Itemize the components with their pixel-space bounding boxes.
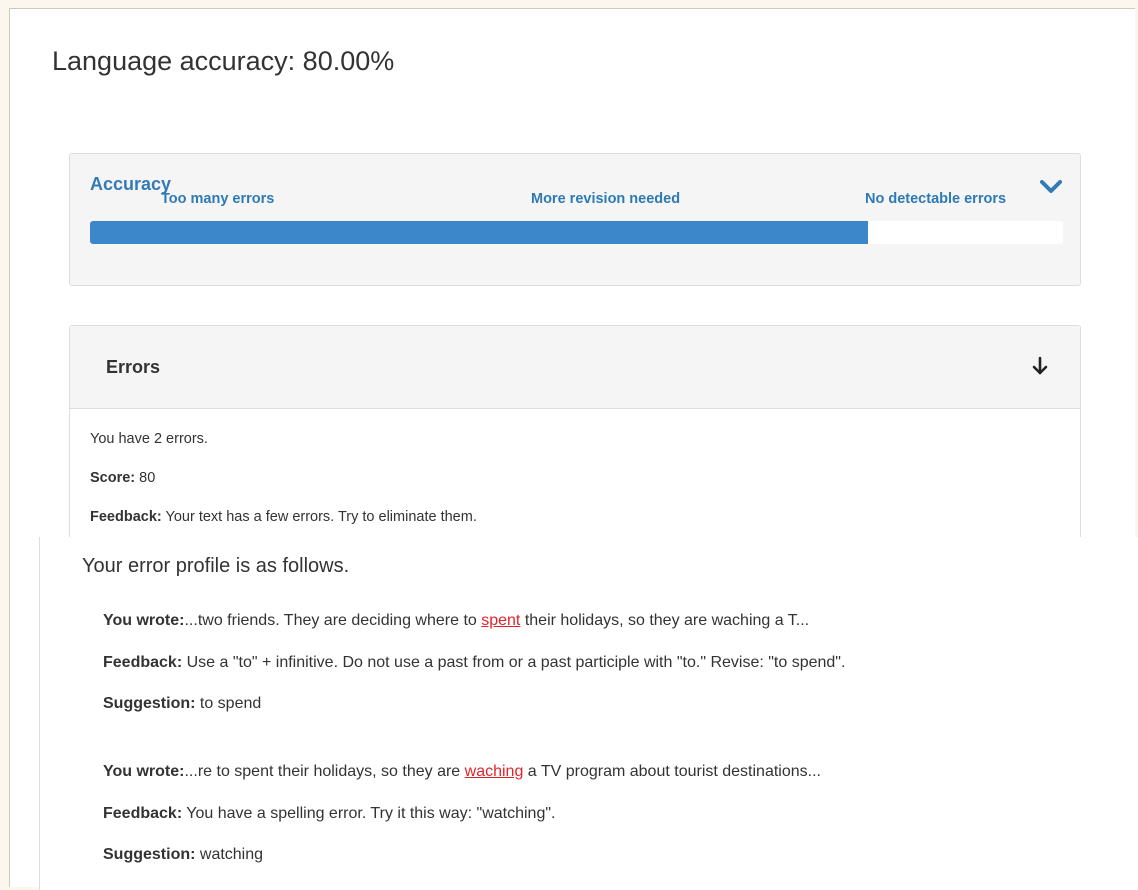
- errors-panel-header[interactable]: Errors: [70, 326, 1080, 409]
- score-value: 80: [135, 470, 156, 486]
- error-word: spent: [481, 612, 521, 629]
- feedback-text: Your text has a few errors. Try to elimi…: [161, 509, 477, 525]
- arrow-down-icon[interactable]: [1031, 356, 1049, 376]
- scale-label-high: No detectable errors: [865, 191, 1007, 207]
- scale-label-low: Too many errors: [161, 191, 275, 207]
- error-count-text: You have 2 errors.: [90, 431, 208, 447]
- entry-2-wrote: You wrote:...re to spent their holidays,…: [103, 763, 821, 781]
- entry-1-wrote: You wrote:...two friends. They are decid…: [103, 612, 809, 630]
- error-profile: Your error profile is as follows. You wr…: [39, 537, 1138, 890]
- accuracy-progress-track: [90, 221, 1063, 244]
- suggestion-text: watching: [195, 846, 264, 863]
- accuracy-heading[interactable]: Accuracy: [90, 174, 171, 195]
- error-word: waching: [464, 763, 524, 780]
- feedback-text: Use a "to" + infinitive. Do not use a pa…: [182, 654, 846, 671]
- suggestion-label: Suggestion:: [103, 846, 196, 863]
- page-title: Language accuracy: 80.00%: [52, 46, 395, 76]
- feedback-label: Feedback:: [103, 805, 183, 822]
- accuracy-progress-fill: [90, 221, 869, 244]
- entry-1-suggestion: Suggestion: to spend: [103, 695, 261, 713]
- wrote-label: You wrote:: [103, 763, 185, 780]
- feedback-label: Feedback:: [103, 654, 183, 671]
- errors-heading: Errors: [106, 357, 161, 377]
- wrote-label: You wrote:: [103, 612, 185, 629]
- context-after: a TV program about tourist destinations.…: [523, 763, 821, 780]
- errors-panel: Errors You have 2 errors. Score: 80 Feed…: [69, 325, 1081, 537]
- context-before: ...re to spent their holidays, so they a…: [184, 763, 465, 780]
- scale-label-mid: More revision needed: [531, 191, 681, 207]
- error-profile-title: Your error profile is as follows.: [82, 555, 350, 577]
- feedback-label: Feedback:: [90, 509, 162, 525]
- accuracy-panel: Accuracy Too many errors More revision n…: [69, 153, 1081, 286]
- entry-2-feedback: Feedback: You have a spelling error. Try…: [103, 805, 555, 823]
- score-label: Score:: [90, 470, 136, 486]
- entry-1-feedback: Feedback: Use a "to" + infinitive. Do no…: [103, 654, 845, 672]
- chevron-down-icon[interactable]: [1040, 180, 1062, 194]
- context-after: their holidays, so they are waching a T.…: [520, 612, 810, 629]
- score-line: Score: 80: [90, 470, 155, 486]
- suggestion-label: Suggestion:: [103, 695, 196, 712]
- entry-2-suggestion: Suggestion: watching: [103, 846, 263, 864]
- feedback-text: You have a spelling error. Try it this w…: [182, 805, 556, 822]
- suggestion-text: to spend: [195, 695, 262, 712]
- context-before: ...two friends. They are deciding where …: [184, 612, 482, 629]
- feedback-line: Feedback: Your text has a few errors. Tr…: [90, 509, 477, 525]
